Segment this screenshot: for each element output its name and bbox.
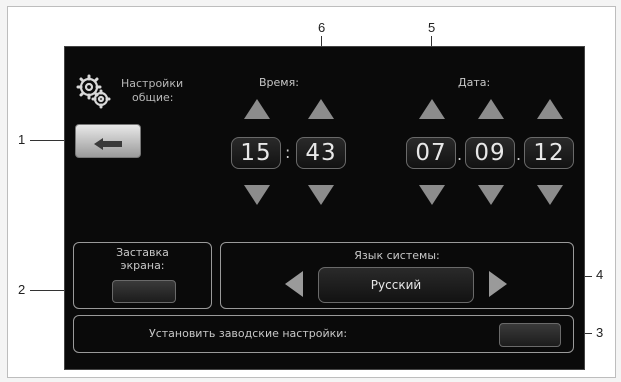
month-up-arrow[interactable] bbox=[478, 99, 504, 119]
day-up-arrow[interactable] bbox=[419, 99, 445, 119]
callout-2: 2 bbox=[18, 282, 26, 297]
back-button[interactable] bbox=[75, 124, 141, 158]
callout-1: 1 bbox=[18, 132, 26, 147]
screensaver-toggle-button[interactable] bbox=[112, 280, 176, 303]
day-field[interactable]: 07 bbox=[406, 137, 456, 169]
hours-down-arrow[interactable] bbox=[244, 185, 270, 205]
language-prev-arrow[interactable] bbox=[285, 271, 303, 297]
minutes-field[interactable]: 43 bbox=[296, 137, 346, 169]
year-up-arrow[interactable] bbox=[537, 99, 563, 119]
year-down-arrow[interactable] bbox=[537, 185, 563, 205]
year-field[interactable]: 12 bbox=[524, 137, 574, 169]
language-value[interactable]: Русский bbox=[318, 267, 474, 303]
date-label: Дата: bbox=[458, 76, 491, 89]
date-separator-2: . bbox=[516, 145, 522, 164]
language-next-arrow[interactable] bbox=[489, 271, 507, 297]
screensaver-label-line2: экрана: bbox=[120, 259, 165, 272]
gears-icon bbox=[75, 73, 113, 111]
minutes-down-arrow[interactable] bbox=[308, 185, 334, 205]
month-field[interactable]: 09 bbox=[465, 137, 515, 169]
hours-up-arrow[interactable] bbox=[244, 99, 270, 119]
month-down-arrow[interactable] bbox=[478, 185, 504, 205]
arrow-left-icon bbox=[94, 135, 122, 154]
settings-title-line2: общие: bbox=[132, 91, 174, 104]
factory-reset-panel: Установить заводские настройки: bbox=[73, 315, 574, 353]
day-down-arrow[interactable] bbox=[419, 185, 445, 205]
settings-title-line1: Настройки bbox=[121, 77, 184, 90]
callout-3: 3 bbox=[596, 325, 604, 340]
language-label: Язык системы: bbox=[354, 249, 440, 262]
factory-reset-button[interactable] bbox=[499, 323, 561, 347]
settings-screen: Настройки общие: Время: 15 : 43 Дата: 07… bbox=[64, 46, 585, 370]
language-panel: Язык системы: Русский bbox=[220, 242, 574, 309]
date-separator-1: . bbox=[457, 145, 463, 164]
screensaver-label-line1: Заставка bbox=[116, 246, 169, 259]
callout-4: 4 bbox=[596, 267, 604, 282]
callout-6: 6 bbox=[318, 20, 326, 35]
factory-reset-label: Установить заводские настройки: bbox=[149, 327, 348, 340]
callout-5: 5 bbox=[428, 20, 436, 35]
screensaver-panel: Заставка экрана: bbox=[73, 242, 212, 309]
time-separator: : bbox=[285, 143, 291, 162]
hours-field[interactable]: 15 bbox=[231, 137, 281, 169]
time-label: Время: bbox=[259, 76, 299, 89]
minutes-up-arrow[interactable] bbox=[308, 99, 334, 119]
